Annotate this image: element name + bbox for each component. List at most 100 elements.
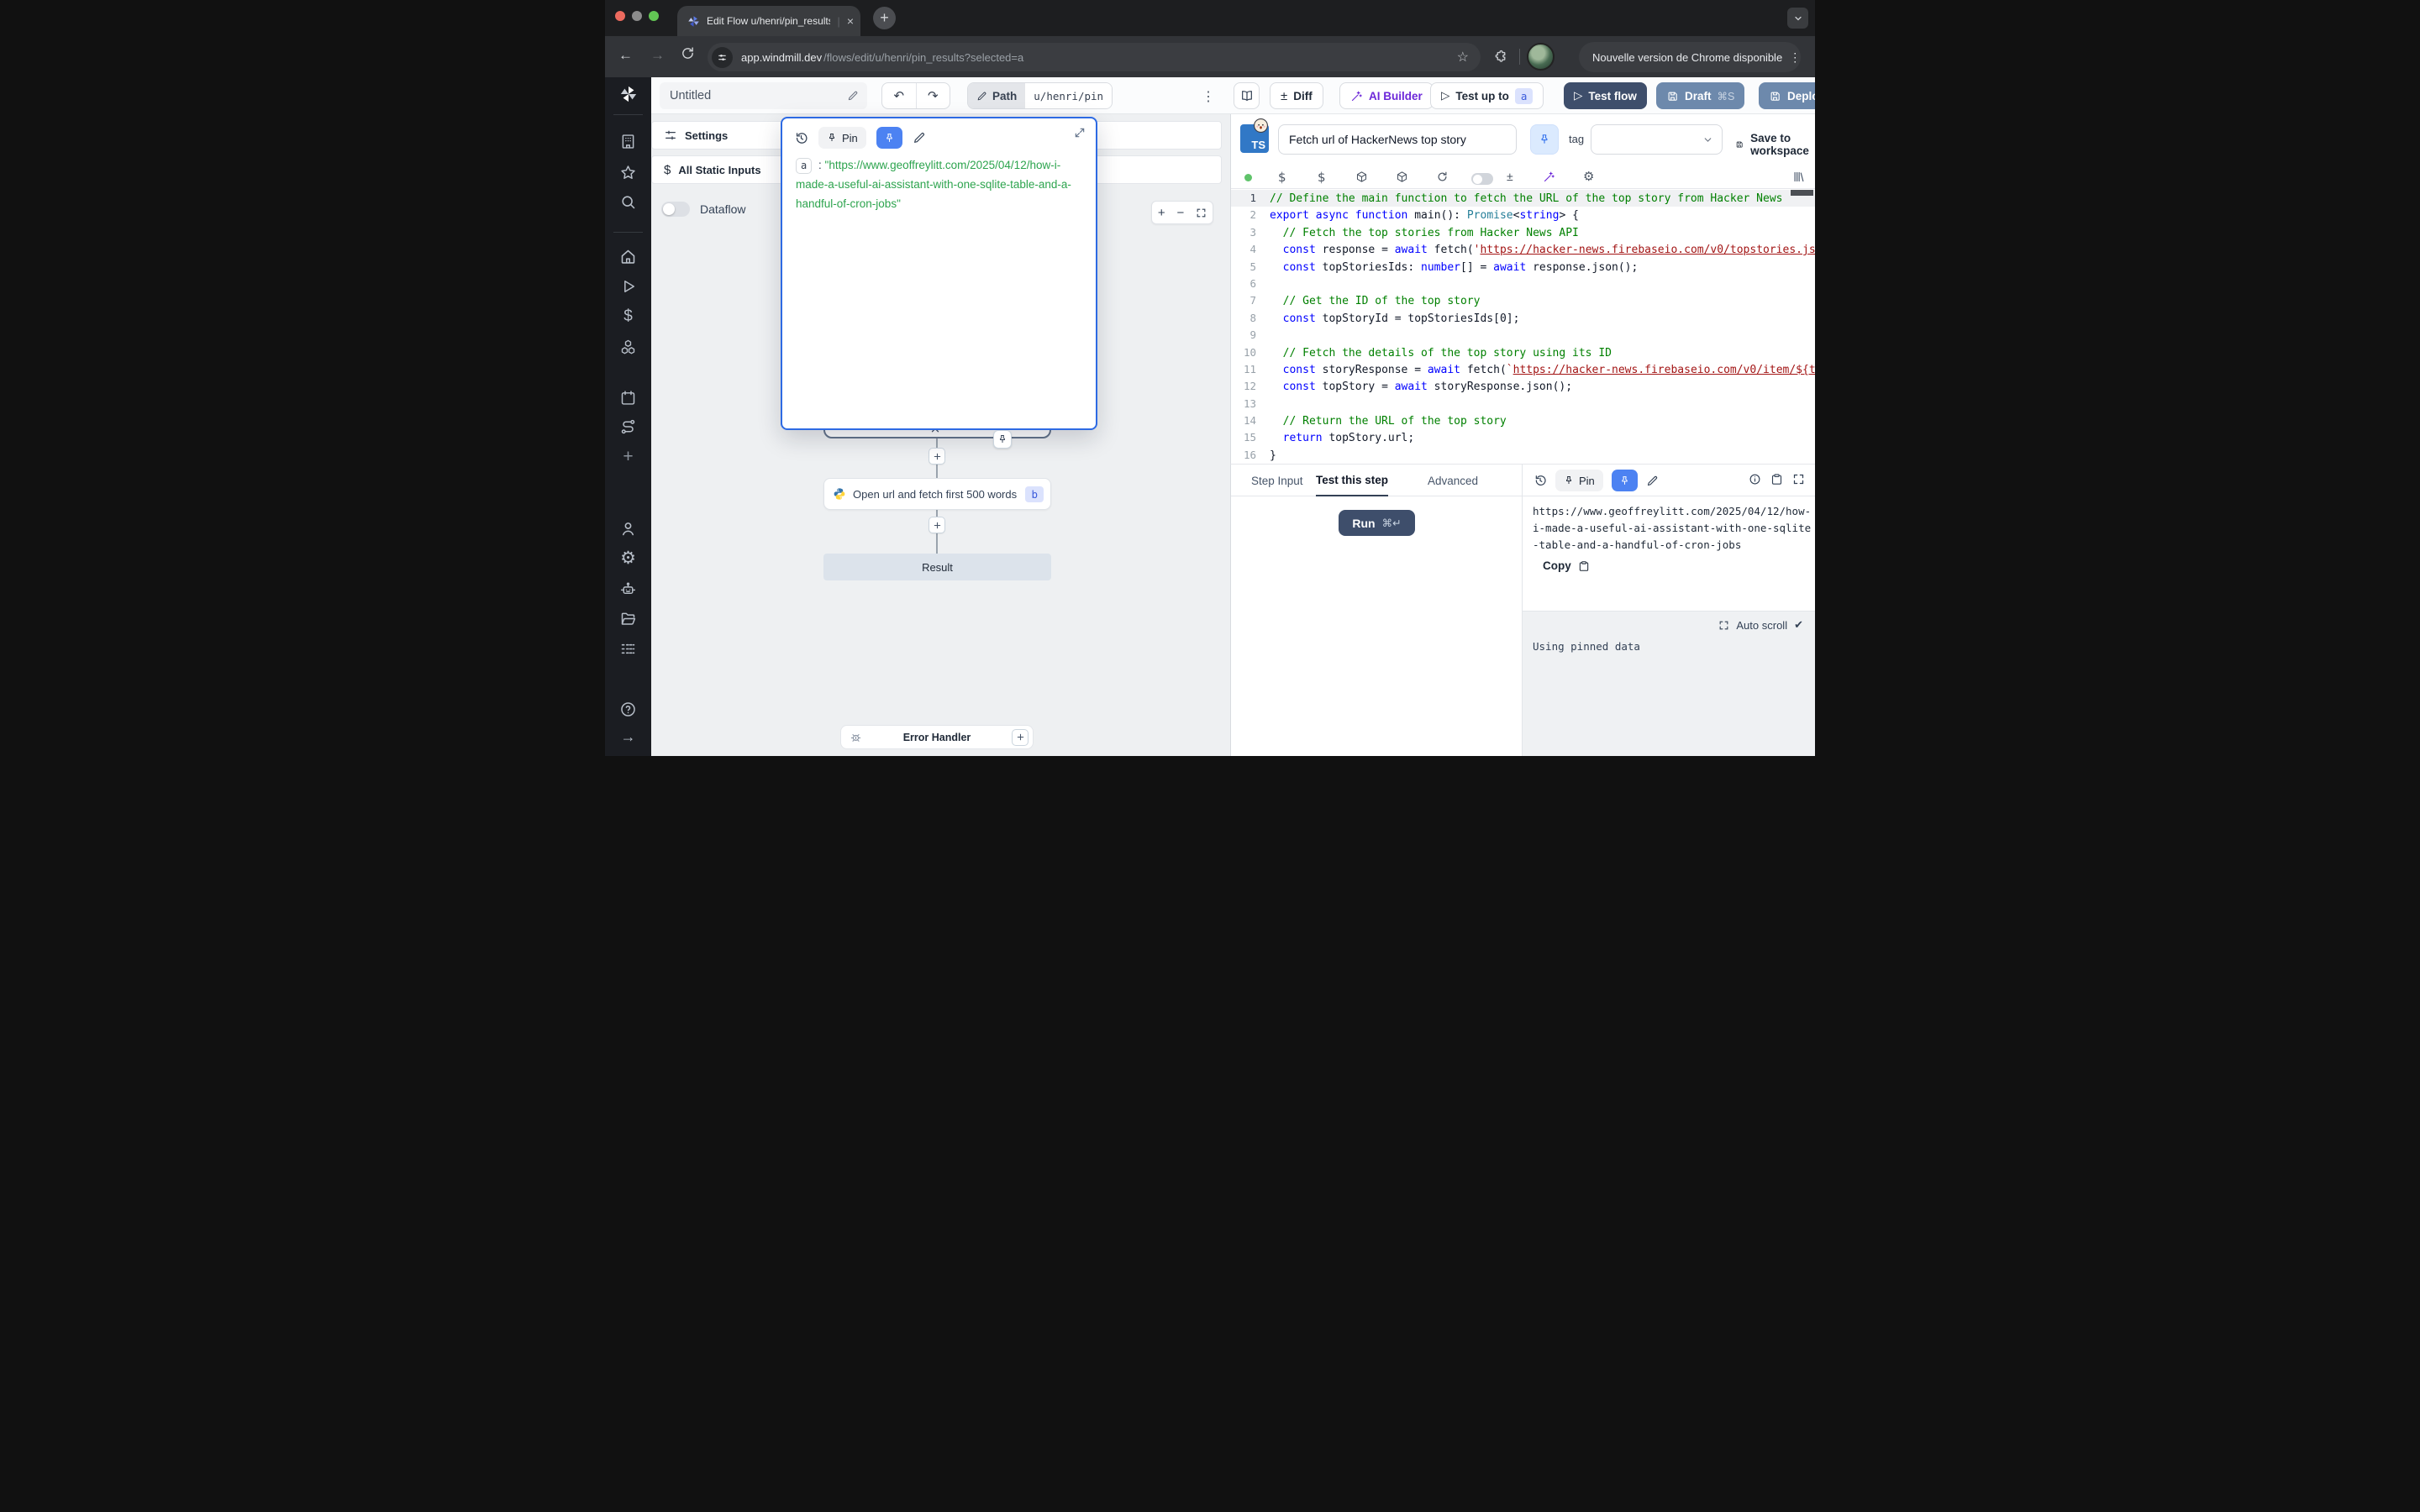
code-line[interactable]: 10 // Fetch the details of the top story… [1231, 344, 1815, 361]
code-line[interactable]: 9 [1231, 327, 1815, 344]
copy-button[interactable]: Copy [1543, 559, 1590, 572]
sidebar-item-add-plus-icon[interactable]: + [605, 448, 651, 465]
sidebar-item-favorites-star-icon[interactable] [605, 164, 651, 181]
deploy-button[interactable]: Deploy [1759, 82, 1815, 109]
url-bar[interactable]: app.windmill.dev /flows/edit/u/henri/pin… [708, 43, 1481, 71]
pinned-json-view[interactable]: a : "https://www.geoffreylitt.com/2025/0… [796, 155, 1087, 213]
variables-dollar-icon[interactable]: $ [1278, 170, 1286, 185]
resources-dollar-icon[interactable]: $ [1318, 170, 1326, 185]
code-line[interactable]: 11 const storyResponse = await fetch(`ht… [1231, 361, 1815, 378]
flow-name-input[interactable]: Untitled [660, 82, 867, 109]
reload-icon[interactable] [1436, 171, 1449, 183]
result-value[interactable]: https://www.geoffreylitt.com/2025/04/12/… [1533, 503, 1815, 554]
expand-diagonal-icon[interactable] [1074, 127, 1086, 139]
add-step-button[interactable] [929, 517, 945, 533]
zoom-out-button[interactable]: − [1176, 207, 1184, 219]
expand-arrows-icon[interactable] [1718, 620, 1729, 631]
pin-active-button[interactable] [876, 127, 902, 149]
path-edit-segment[interactable]: Path [968, 83, 1025, 108]
code-line[interactable]: 4 const response = await fetch('https://… [1231, 241, 1815, 258]
new-tab-button[interactable]: + [873, 7, 896, 29]
clipboard-copy-icon[interactable] [1770, 473, 1783, 486]
traffic-close-icon[interactable] [615, 11, 625, 21]
zoom-in-button[interactable]: + [1158, 207, 1165, 219]
tab-advanced[interactable]: Advanced [1428, 465, 1478, 496]
info-circle-icon[interactable] [1749, 473, 1761, 486]
code-line[interactable]: 16} [1231, 447, 1815, 464]
code-line[interactable]: 7 // Get the ID of the top story [1231, 292, 1815, 309]
result-node[interactable]: Result [823, 554, 1051, 580]
sidebar-item-resources-cubes-icon[interactable] [605, 339, 651, 356]
add-step-button[interactable] [929, 448, 945, 465]
test-flow-button[interactable]: ▷ Test flow [1564, 82, 1647, 109]
code-line[interactable]: 13 [1231, 396, 1815, 412]
auto-scroll-control[interactable]: Auto scroll ✔ [1718, 618, 1803, 632]
history-icon[interactable] [794, 131, 808, 145]
header-pin-button[interactable] [1530, 124, 1559, 155]
node-pin-button[interactable] [993, 430, 1012, 449]
undo-button[interactable]: ↶ [882, 83, 917, 108]
dataflow-toggle[interactable] [661, 202, 690, 217]
path-chip[interactable]: Path u/henri/pin [967, 82, 1113, 109]
plus-minus-icon[interactable]: ± [1507, 170, 1513, 183]
pencil-icon[interactable] [847, 90, 859, 102]
ai-builder-button[interactable]: AI Builder [1339, 82, 1434, 109]
code-line[interactable]: 2export async function main(): Promise<s… [1231, 207, 1815, 223]
sidebar-item-variables-dollar-icon[interactable]: $ [605, 308, 651, 324]
sidebar-item-logs-list-icon[interactable] [605, 640, 651, 658]
step-summary-input[interactable]: Fetch url of HackerNews top story [1278, 124, 1517, 155]
sidebar-item-schedules-calendar-icon[interactable] [605, 389, 651, 407]
reload-icon[interactable] [681, 46, 695, 60]
code-editor[interactable]: 1// Define the main function to fetch th… [1231, 190, 1815, 464]
error-handler-add-button[interactable] [1012, 729, 1028, 746]
code-line[interactable]: 3 // Fetch the top stories from Hacker N… [1231, 224, 1815, 241]
scrollbar-thumb[interactable] [1791, 190, 1813, 196]
back-icon[interactable]: ← [618, 47, 633, 64]
run-button[interactable]: Run ⌘↵ [1339, 510, 1415, 536]
pin-button[interactable]: Pin [818, 127, 866, 149]
pin-active-button[interactable] [1612, 470, 1638, 491]
redo-button[interactable]: ↷ [917, 83, 950, 108]
windmill-logo-icon[interactable] [605, 85, 651, 103]
save-to-workspace-button[interactable]: Save to workspace [1735, 132, 1815, 157]
sidebar-item-search-icon[interactable] [605, 193, 651, 211]
package-box-icon[interactable] [1355, 171, 1368, 183]
sidebar-item-settings-gear-icon[interactable]: ⚙ [605, 549, 651, 567]
history-icon[interactable] [1534, 474, 1547, 487]
test-up-to-button[interactable]: ▷ Test up to a [1430, 82, 1544, 109]
sidebar-collapse-arrow-icon[interactable]: → [605, 729, 651, 744]
flow-step-node[interactable]: Open url and fetch first 500 words of ..… [823, 478, 1051, 510]
sidebar-item-workspace[interactable] [605, 133, 651, 150]
sidebar-item-users-person-icon[interactable] [605, 520, 651, 538]
extensions-icon[interactable] [1494, 50, 1508, 64]
browser-tab[interactable]: Edit Flow u/henri/pin_results | × [677, 6, 860, 36]
fullscreen-expand-icon[interactable] [1792, 473, 1805, 486]
traffic-minimize-icon[interactable] [632, 11, 642, 21]
code-line[interactable]: 5 const topStoriesIds: number[] = await … [1231, 259, 1815, 276]
chrome-update-pill[interactable]: Nouvelle version de Chrome disponible ⋮ [1579, 42, 1801, 72]
forward-icon[interactable]: → [650, 47, 665, 64]
tab-search-chevron-icon[interactable] [1787, 8, 1808, 29]
tab-close-icon[interactable]: × [847, 15, 854, 27]
tab-test-this-step[interactable]: Test this step [1316, 465, 1388, 496]
sidebar-item-flows-route-icon[interactable] [605, 418, 651, 436]
docs-book-button[interactable] [1234, 82, 1260, 109]
gear-icon[interactable]: ⚙ [1583, 169, 1594, 184]
sidebar-item-home-icon[interactable] [605, 248, 651, 265]
draft-button[interactable]: Draft ⌘S [1656, 82, 1744, 109]
diff-button[interactable]: ± Diff [1270, 82, 1323, 109]
traffic-zoom-icon[interactable] [649, 11, 659, 21]
code-line[interactable]: 6 [1231, 276, 1815, 292]
browser-menu-icon[interactable]: ⋮ [1789, 50, 1801, 65]
site-info-icon[interactable] [712, 47, 733, 68]
code-line[interactable]: 1// Define the main function to fetch th… [1231, 190, 1815, 207]
code-line[interactable]: 8 const topStoryId = topStoriesIds[0]; [1231, 310, 1815, 327]
sidebar-item-folders-folder-icon[interactable] [605, 610, 651, 627]
error-handler-node[interactable]: Error Handler [840, 725, 1034, 749]
sidebar-item-help-icon[interactable] [605, 701, 651, 718]
diff-mode-toggle[interactable] [1471, 173, 1493, 185]
code-line[interactable]: 14 // Return the URL of the top story [1231, 412, 1815, 429]
tag-select[interactable] [1591, 124, 1723, 155]
sidebar-item-workers-robot-icon[interactable] [605, 580, 651, 598]
library-stack-icon[interactable] [1792, 171, 1805, 183]
